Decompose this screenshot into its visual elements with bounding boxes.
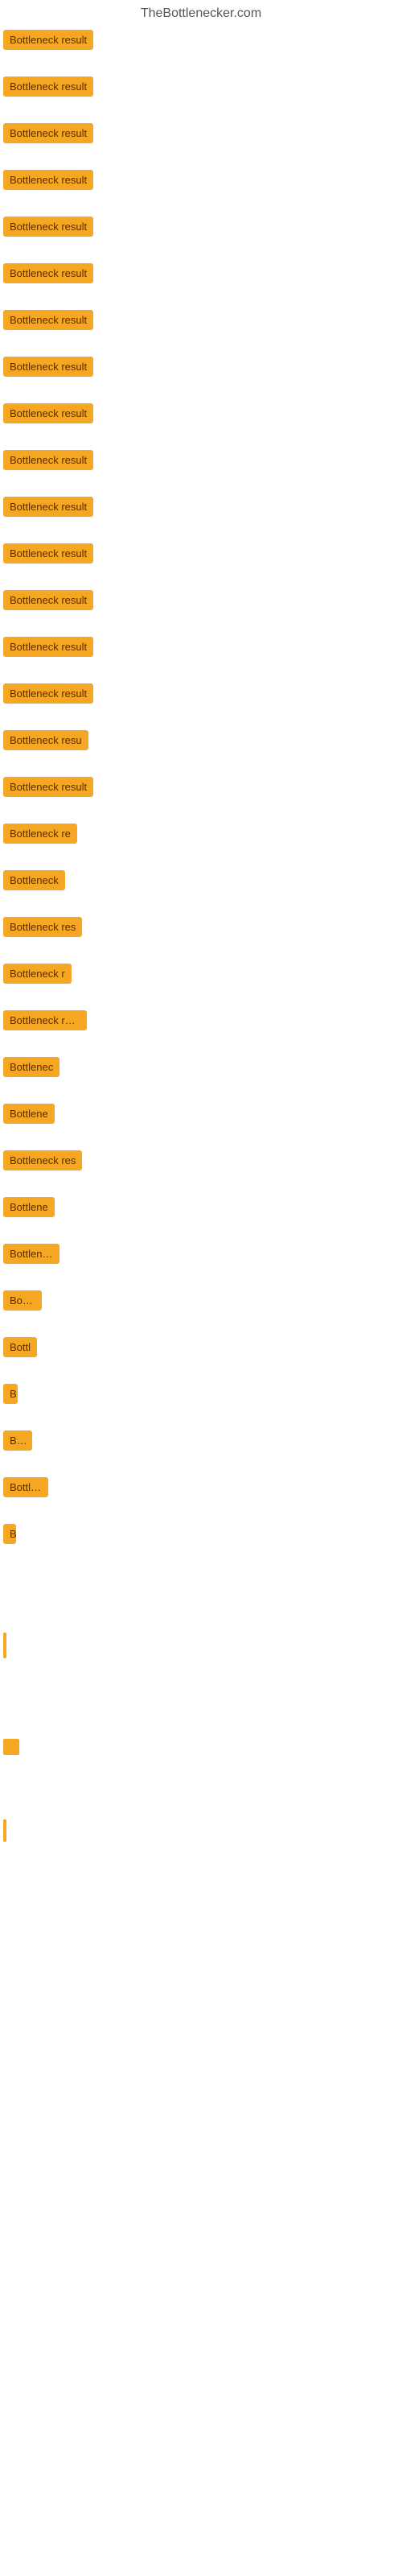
list-item: Bottleneck result [3, 261, 402, 285]
list-item: Bottleneck result [3, 448, 402, 472]
list-item: B [3, 1381, 402, 1406]
spacer [3, 1771, 402, 1819]
bottleneck-label: Bottleneck res [3, 917, 82, 937]
list-item: Bottleneck result [3, 588, 402, 612]
site-title: TheBottlenecker.com [0, 0, 402, 24]
bottleneck-label: Bottleneck re [3, 824, 77, 844]
bottleneck-label: B [3, 1384, 18, 1404]
small-bar [3, 1739, 19, 1755]
list-item: Bottleneck result [3, 27, 402, 52]
bottom-bar [3, 1819, 6, 1842]
bottleneck-label: Bottlene [3, 1197, 55, 1217]
bottleneck-label: Bott [3, 1430, 32, 1451]
list-item: Bottleneck result [3, 354, 402, 378]
bottleneck-label: Bottlene [3, 1104, 55, 1124]
bottleneck-label: Bottl [3, 1337, 37, 1357]
bottleneck-label: Bottleneck result [3, 170, 93, 190]
bottleneck-label: Bottleneck resu [3, 730, 88, 750]
bottleneck-label: Bottleneck res [3, 1150, 82, 1170]
list-item: Bottleneck result [3, 401, 402, 425]
bottleneck-label: Bottleneck result [3, 263, 93, 283]
list-item: Bottleneck res [3, 914, 402, 939]
bottleneck-label: Bottleneck result [3, 450, 93, 470]
thin-bar [3, 1633, 6, 1658]
bottleneck-label: Bottleneck result [3, 543, 93, 564]
spacer [3, 1674, 402, 1739]
list-item: Bottleneck resu [3, 728, 402, 752]
list-item: Bottleneck result [3, 74, 402, 98]
list-item: Bottleneck result [3, 494, 402, 518]
list-item: Bottleneck result [3, 541, 402, 565]
list-item: Bottleneck [3, 868, 402, 892]
list-item: Bottlene [3, 1101, 402, 1125]
bottleneck-label: Bottlenec [3, 1057, 59, 1077]
list-item: Bottlenec [3, 1241, 402, 1265]
list-item: Bottleneck result [3, 121, 402, 145]
bottleneck-label: Bottleneck result [3, 777, 93, 797]
bottom-bar-item [3, 1819, 402, 1842]
list-item: B [3, 1521, 402, 1546]
bottleneck-label: Bottle [3, 1290, 42, 1311]
list-item: Bottleneck result [3, 634, 402, 658]
small-bar-item [3, 1739, 402, 1755]
list-item: Bottleneck result [3, 167, 402, 192]
bottleneck-label: Bottlen [3, 1477, 48, 1497]
list-item: Bottlenec [3, 1055, 402, 1079]
list-item: Bottleneck result [3, 214, 402, 238]
bottleneck-label: Bottleneck result [3, 123, 93, 143]
items-list: Bottleneck result Bottleneck result Bott… [0, 24, 402, 1842]
list-item: Bottleneck resu [3, 1008, 402, 1032]
bottleneck-label: Bottleneck [3, 870, 65, 890]
bottleneck-label: Bottleneck result [3, 497, 93, 517]
bottleneck-label: Bottleneck result [3, 357, 93, 377]
bottleneck-label: Bottleneck result [3, 217, 93, 237]
list-item: Bottle [3, 1288, 402, 1312]
bottleneck-label: Bottleneck result [3, 403, 93, 423]
bottleneck-label: Bottleneck r [3, 964, 72, 984]
list-item: Bottlen [3, 1475, 402, 1499]
bottleneck-label: Bottleneck result [3, 30, 93, 50]
list-item: Bottleneck r [3, 961, 402, 985]
bottleneck-label: B [3, 1524, 16, 1544]
thin-bar-item [3, 1633, 402, 1658]
list-item: Bottlene [3, 1195, 402, 1219]
list-item: Bott [3, 1428, 402, 1452]
list-item: Bottleneck result [3, 681, 402, 705]
bottleneck-label: Bottleneck result [3, 76, 93, 97]
bottleneck-label: Bottleneck result [3, 310, 93, 330]
bottleneck-label: Bottleneck resu [3, 1010, 87, 1030]
list-item: Bottleneck result [3, 308, 402, 332]
page-container: TheBottlenecker.com Bottleneck result Bo… [0, 0, 402, 1842]
list-item: Bottleneck res [3, 1148, 402, 1172]
spacer [3, 1568, 402, 1633]
list-item: Bottl [3, 1335, 402, 1359]
list-item: Bottleneck re [3, 821, 402, 845]
bottleneck-label: Bottleneck result [3, 590, 93, 610]
bottleneck-label: Bottleneck result [3, 683, 93, 704]
list-item: Bottleneck result [3, 774, 402, 799]
bottleneck-label: Bottlenec [3, 1244, 59, 1264]
bottleneck-label: Bottleneck result [3, 637, 93, 657]
